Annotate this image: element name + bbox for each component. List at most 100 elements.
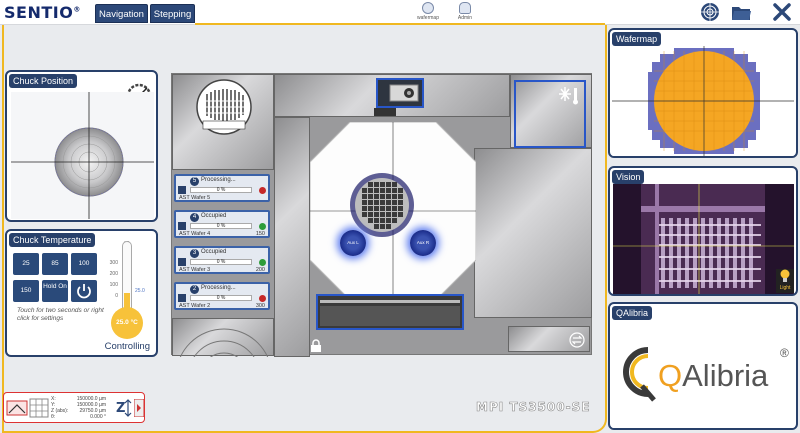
temperature-hint: Touch for two seconds or right click for… <box>17 307 104 322</box>
slot-progress: 0 % <box>190 187 252 193</box>
power-icon <box>77 284 91 299</box>
position-readout: X: Y: Z (abs): θ: 150000.0 µm 150000.0 µ… <box>3 392 145 423</box>
temp-scale-label: 0 <box>115 293 118 299</box>
slot-wafer-size: 200 <box>255 267 265 273</box>
slot-lock-icon <box>178 222 186 230</box>
probe-holder <box>374 108 396 116</box>
folder-icon[interactable] <box>731 2 751 22</box>
temp-preset-25-button[interactable]: 25 <box>13 253 39 275</box>
wafermap-title: Wafermap <box>612 32 662 46</box>
machine-model-label: MPI TS3500-SE <box>476 400 591 415</box>
slot-wafer-size: 150 <box>255 231 265 237</box>
stage-left-rail <box>274 117 310 357</box>
slot-status: Processing... <box>201 177 236 183</box>
swap-icon <box>569 332 585 348</box>
slot-status-led <box>259 259 266 266</box>
chuck-contact-icon[interactable] <box>6 399 28 417</box>
wafer-slot[interactable]: 3 Occupied 0 % AST Wafer 3 200 <box>174 246 270 274</box>
temperature-status: Controlling <box>104 341 150 352</box>
slot-wafer-size: 300 <box>255 303 265 309</box>
swap-tile[interactable] <box>508 326 590 352</box>
slot-progress: 0 % <box>190 223 252 229</box>
slot-status: Processing... <box>201 285 236 291</box>
snowflake-thermometer-icon <box>559 87 578 105</box>
slot-status: Occupied <box>201 213 227 219</box>
light-bulb-icon <box>780 269 790 282</box>
lock-icon[interactable] <box>310 339 322 353</box>
close-icon[interactable] <box>772 2 792 22</box>
slot-status-led <box>259 295 266 302</box>
qalibria-wordmark: QAlibria <box>658 358 769 393</box>
temperature-value: 25.0 °C <box>111 307 143 339</box>
slot-wafer-name: AST Wafer 3 <box>179 267 211 273</box>
chuck-wafer[interactable] <box>349 172 415 238</box>
qalibria-logo <box>623 347 656 402</box>
chuck-temperature-panel: Chuck Temperature 25 85 100 150 Hold On … <box>5 229 158 357</box>
wafer-slot[interactable]: 2 Processing... 0 % AST Wafer 2 300 <box>174 282 270 310</box>
camera-tile[interactable] <box>376 78 424 108</box>
slot-status-led <box>259 223 266 230</box>
aux-right-chuck[interactable]: Aux R <box>410 230 436 256</box>
temp-preset-100-button[interactable]: 100 <box>71 253 97 275</box>
qalibria-title: QAlibria <box>612 306 653 320</box>
tab-navigation[interactable]: Navigation <box>95 4 148 23</box>
vision-panel: Vision Light <box>608 166 798 296</box>
slot-status: Occupied <box>201 249 227 255</box>
chuck-position-panel: Chuck Position <box>5 70 158 222</box>
z-move-icon[interactable]: Z <box>114 397 132 419</box>
temp-scale-label: 200 <box>109 271 118 277</box>
slot-lock-icon <box>178 258 186 266</box>
chuck-temperature-title: Chuck Temperature <box>9 233 96 247</box>
vision-title: Vision <box>612 170 645 184</box>
target-icon[interactable] <box>700 2 720 22</box>
slot-number: 3 <box>190 249 199 258</box>
slot-wafer-name: AST Wafer 2 <box>179 303 211 309</box>
slot-wafer-name: AST Wafer 4 <box>179 231 211 237</box>
temp-preset-85-button[interactable]: 85 <box>42 253 68 275</box>
loader-tray[interactable] <box>316 294 464 330</box>
wafer-barcode-icon <box>196 79 252 135</box>
wafer-slot[interactable]: 4 Occupied 0 % AST Wafer 4 150 <box>174 210 270 238</box>
slot-status-led <box>259 187 266 194</box>
slot-progress: 0 % <box>190 259 252 265</box>
tab-stepping[interactable]: Stepping <box>150 4 195 23</box>
vision-camera-view[interactable] <box>613 184 794 294</box>
slot-progress: 0 % <box>190 295 252 301</box>
temp-preset-150-button[interactable]: 150 <box>13 280 39 302</box>
slot-number: 2 <box>190 285 199 294</box>
temp-scale-label: 100 <box>109 282 118 288</box>
temp-scale-label: 300 <box>109 260 118 266</box>
grid-icon[interactable] <box>29 398 49 418</box>
slot-lock-icon <box>178 294 186 302</box>
light-label: Light <box>779 285 791 291</box>
slot-wafer-name: AST Wafer 5 <box>179 195 211 201</box>
expand-arrow-icon[interactable] <box>134 399 144 417</box>
hold-on-button[interactable]: Hold On <box>42 280 68 302</box>
slot-number: 5 <box>190 177 199 186</box>
wafermap-shortcut[interactable]: wafermap <box>413 2 443 21</box>
app-logo: SENTIO® <box>4 3 81 22</box>
wafermap-icon <box>422 2 434 14</box>
wafermap-view[interactable] <box>612 46 794 156</box>
stage-right-rail <box>474 148 592 318</box>
thermal-tile[interactable] <box>510 74 592 148</box>
theta-label: θ: <box>51 414 56 420</box>
top-bar: SENTIO® Navigation Stepping wafermap Adm… <box>0 0 800 25</box>
registered-mark: ® <box>780 346 789 360</box>
temperature-marker[interactable]: 25.0 <box>135 288 145 294</box>
user-icon <box>459 2 471 14</box>
power-button[interactable] <box>71 280 97 302</box>
slot-lock-icon <box>178 186 186 194</box>
svg-text:Z: Z <box>116 401 125 416</box>
wafer-slot[interactable]: 5 Processing... 0 % AST Wafer 5 <box>174 174 270 202</box>
aux-left-chuck[interactable]: Aux L <box>340 230 366 256</box>
qalibria-launcher[interactable]: QAlibria ® <box>612 320 795 428</box>
admin-shortcut[interactable]: Admin <box>452 2 478 21</box>
chuck-position-title: Chuck Position <box>9 74 78 88</box>
chuck-camera-tile[interactable] <box>172 318 274 426</box>
wafer-id-tile[interactable] <box>172 74 274 170</box>
chuck-position-view[interactable] <box>11 92 154 219</box>
chuck-arc-icon <box>175 328 273 426</box>
light-button[interactable]: Light <box>776 269 794 293</box>
slot-number: 4 <box>190 213 199 222</box>
